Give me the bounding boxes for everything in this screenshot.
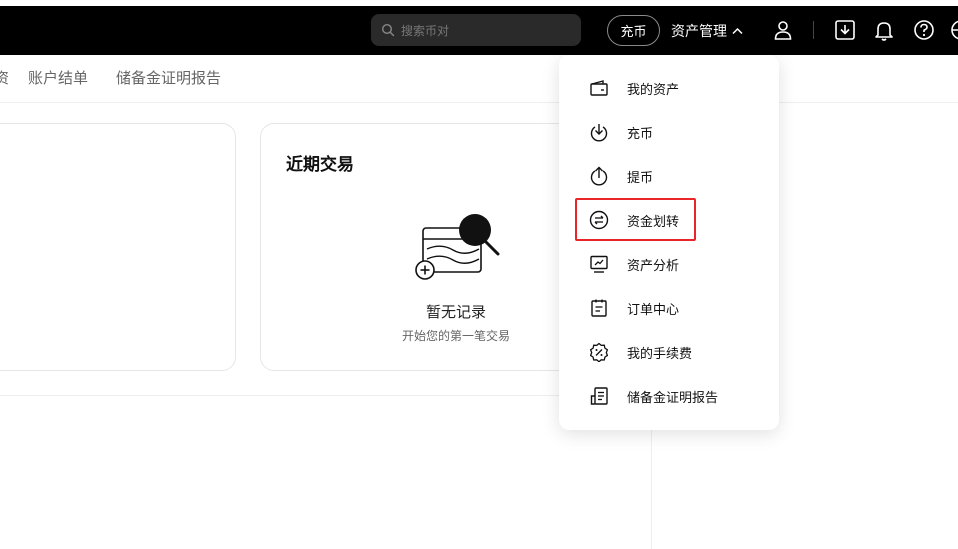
subnav-item-account-statement[interactable]: 账户结单 [28,67,88,88]
top-navigation-bar: 搜索币对 充币 资产管理 [0,0,958,55]
menu-item-my-assets[interactable]: 我的资产 [559,70,779,106]
search-placeholder: 搜索币对 [401,23,450,38]
asset-management-dropdown: 我的资产 充币 提币 资金划转 资产分析 订单中心 我的手续费 储备金证明报告 [559,55,779,430]
deposit-button[interactable]: 充币 [607,15,660,46]
divider [0,395,652,396]
subnav-item-reserve-report[interactable]: 储备金证明报告 [116,67,221,88]
menu-item-label: 提币 [627,170,654,186]
globe-icon[interactable] [950,19,958,41]
search-input[interactable]: 搜索币对 [371,14,581,46]
user-icon[interactable] [772,19,794,41]
menu-item-withdraw[interactable]: 提币 [559,158,779,194]
upload-icon [590,166,608,186]
menu-item-asset-analysis[interactable]: 资产分析 [559,246,779,282]
divider [0,102,958,103]
menu-item-order-center[interactable]: 订单中心 [559,290,779,326]
fee-icon [589,342,609,362]
asset-management-menu[interactable]: 资产管理 [671,21,743,41]
recent-trades-title: 近期交易 [286,155,354,175]
menu-item-label: 我的资产 [627,82,680,98]
menu-item-label: 订单中心 [627,302,680,318]
download-icon [590,124,608,142]
wallet-icon [590,80,608,96]
menu-item-label: 充币 [627,126,654,142]
menu-item-my-fees[interactable]: 我的手续费 [559,334,779,370]
search-icon [381,23,395,37]
menu-item-reserve-report[interactable]: 储备金证明报告 [559,378,779,414]
subnav-item-partial[interactable]: 资 [0,67,9,88]
download-app-icon[interactable] [834,19,856,41]
report-icon [590,387,608,405]
chevron-up-icon [732,27,743,35]
divider [813,21,814,39]
menu-item-deposit[interactable]: 充币 [559,114,779,150]
left-card [0,123,236,371]
empty-records-icon [415,214,500,280]
asset-management-label: 资产管理 [671,24,727,40]
menu-item-label: 资产分析 [627,258,680,274]
order-icon [591,299,607,317]
menu-item-label: 储备金证明报告 [627,390,719,406]
bell-icon[interactable] [873,19,895,41]
analysis-icon [590,255,608,273]
help-icon[interactable] [913,19,935,41]
highlight-box [575,198,696,241]
top-strip [0,0,958,6]
menu-item-label: 我的手续费 [627,346,693,362]
